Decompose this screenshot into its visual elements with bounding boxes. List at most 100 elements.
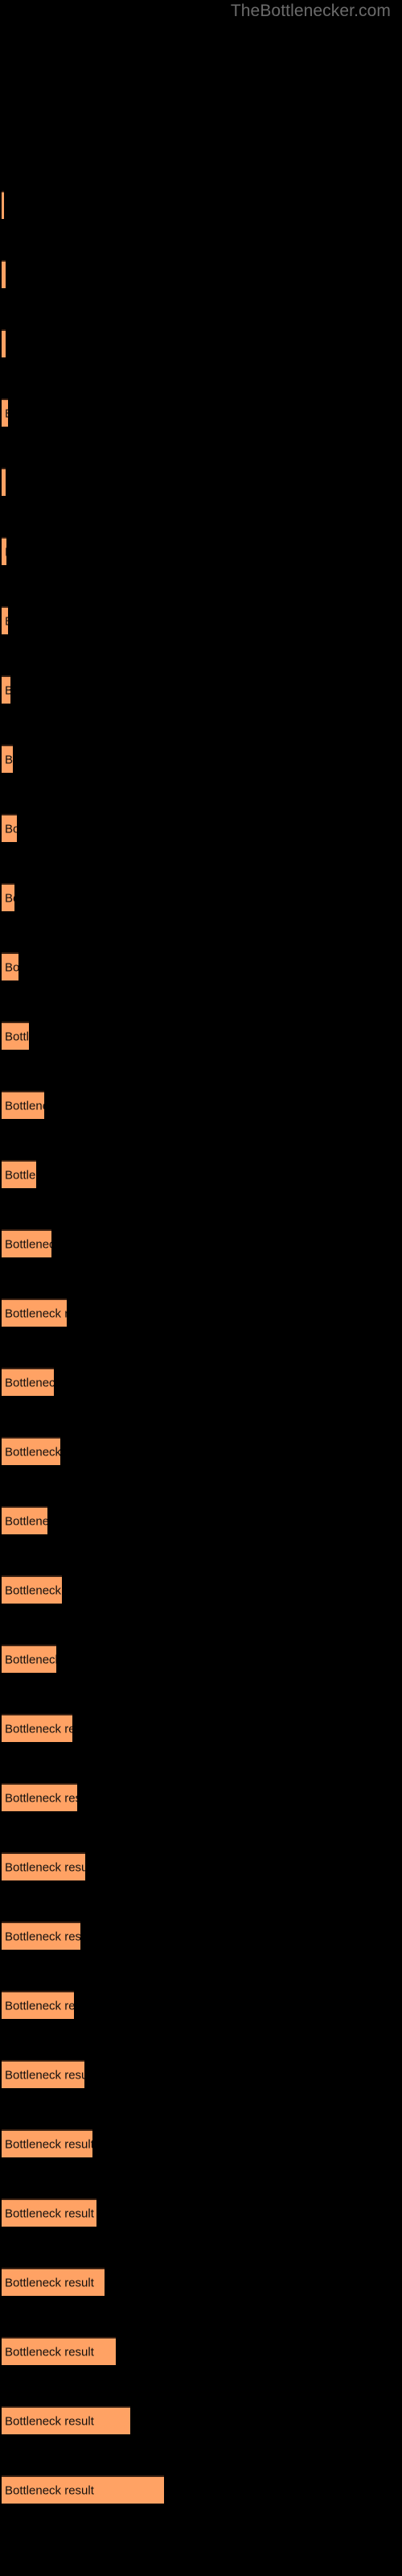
- bar-label: Bottleneck result: [5, 338, 6, 350]
- bar-label: Bottleneck result: [5, 684, 10, 696]
- bar-row: Bottleneck result: [0, 745, 402, 773]
- bar-label: Bottleneck result: [5, 1583, 62, 1597]
- bar-label: Bottleneck result: [5, 1999, 74, 2013]
- bar[interactable]: Bottleneck result: [2, 329, 6, 357]
- bar-row: Bottleneck result: [0, 1645, 402, 1673]
- bar[interactable]: Bottleneck result: [2, 1714, 72, 1742]
- bar-row: Bottleneck result: [0, 814, 402, 842]
- bar-label: Bottleneck result: [5, 1237, 51, 1251]
- bar[interactable]: Bottleneck result: [2, 1437, 60, 1465]
- bar-label: Bottleneck result: [5, 1722, 72, 1736]
- bar-label: Bottleneck result: [5, 891, 14, 905]
- bar-row: Bottleneck result: [0, 1852, 402, 1880]
- bar-label: Bottleneck result: [5, 822, 17, 836]
- bar[interactable]: Bottleneck result: [2, 952, 18, 980]
- bar-row: Bottleneck result: [0, 675, 402, 704]
- bar-label: Bottleneck result: [5, 1514, 47, 1528]
- bar-row: Bottleneck result: [0, 2198, 402, 2227]
- bar[interactable]: Bottleneck result: [2, 2406, 130, 2434]
- bar-label: Bottleneck result: [5, 2483, 94, 2497]
- bar[interactable]: Bottleneck result: [2, 2129, 92, 2157]
- bar-label: Bottleneck result: [5, 1860, 85, 1874]
- bar[interactable]: Bottleneck result: [2, 1922, 80, 1950]
- bar[interactable]: Bottleneck result: [2, 1022, 29, 1050]
- bar[interactable]: Bottleneck result: [2, 1160, 36, 1188]
- bar-label: Bottleneck result: [5, 546, 6, 558]
- bar-label: Bottleneck result: [5, 2345, 94, 2359]
- bar-row: Bottleneck result: [0, 1298, 402, 1327]
- bar-label: Bottleneck result: [5, 1376, 54, 1389]
- bar[interactable]: Bottleneck result: [2, 1991, 74, 2019]
- bar-label: Bottleneck result: [5, 1791, 77, 1805]
- bar-label: Bottleneck result: [5, 2276, 94, 2289]
- bar-row: Bottleneck result: [0, 1229, 402, 1257]
- bar-row: Bottleneck result: [0, 468, 402, 496]
- bar-label: Bottleneck result: [5, 615, 8, 627]
- bar[interactable]: Bottleneck result: [2, 814, 17, 842]
- bar-label: Bottleneck result: [5, 960, 18, 974]
- bar[interactable]: Bottleneck result: [2, 1091, 44, 1119]
- bar-row: Bottleneck result: [0, 398, 402, 427]
- bar[interactable]: Bottleneck result: [2, 1506, 47, 1534]
- bar-row: Bottleneck result: [0, 606, 402, 634]
- bar[interactable]: Bottleneck result: [2, 260, 6, 288]
- bar-row: Bottleneck result: [0, 1437, 402, 1465]
- bar[interactable]: Bottleneck result: [2, 2475, 164, 2504]
- bar-row: Bottleneck result: [0, 537, 402, 565]
- bar-row: Bottleneck result: [0, 191, 402, 219]
- bar-row: Bottleneck result: [0, 883, 402, 911]
- bar[interactable]: Bottleneck result: [2, 1368, 54, 1396]
- bar-label: Bottleneck result: [5, 1307, 67, 1320]
- bar-row: Bottleneck result: [0, 2268, 402, 2296]
- bar[interactable]: Bottleneck result: [2, 2060, 84, 2088]
- bar-label: Bottleneck result: [5, 1168, 36, 1182]
- bar[interactable]: Bottleneck result: [2, 1783, 77, 1811]
- bar[interactable]: Bottleneck result: [2, 2268, 105, 2296]
- bar-row: Bottleneck result: [0, 1368, 402, 1396]
- bar[interactable]: Bottleneck result: [2, 675, 10, 704]
- bar-label: Bottleneck result: [5, 2137, 92, 2151]
- bar-label: Bottleneck result: [5, 2414, 94, 2428]
- bar-label: Bottleneck result: [5, 753, 13, 766]
- bar-row: Bottleneck result: [0, 2337, 402, 2365]
- bar-label: Bottleneck result: [5, 1653, 56, 1666]
- bar-row: Bottleneck result: [0, 2060, 402, 2088]
- bar-row: Bottleneck result: [0, 1022, 402, 1050]
- bar-label: Bottleneck result: [5, 407, 8, 419]
- bar-row: Bottleneck result: [0, 2129, 402, 2157]
- bar[interactable]: Bottleneck result: [2, 1645, 56, 1673]
- bar-row: Bottleneck result: [0, 329, 402, 357]
- bar-row: Bottleneck result: [0, 1783, 402, 1811]
- bar[interactable]: Bottleneck result: [2, 1852, 85, 1880]
- bar-row: Bottleneck result: [0, 1160, 402, 1188]
- bar-label: Bottleneck result: [5, 1930, 80, 1943]
- bar-row: Bottleneck result: [0, 1714, 402, 1742]
- bar-label: Bottleneck result: [5, 269, 6, 281]
- bar-row: Bottleneck result: [0, 2406, 402, 2434]
- bar[interactable]: Bottleneck result: [2, 2198, 96, 2227]
- bar[interactable]: Bottleneck result: [2, 606, 8, 634]
- bar-row: Bottleneck result: [0, 1575, 402, 1604]
- bar-row: Bottleneck result: [0, 1091, 402, 1119]
- bar-label: Bottleneck result: [5, 2207, 94, 2220]
- bar-label: Bottleneck result: [5, 477, 6, 489]
- bar-label: Bottleneck result: [5, 2068, 84, 2082]
- bar-row: Bottleneck result: [0, 1922, 402, 1950]
- bar[interactable]: Bottleneck result: [2, 1298, 67, 1327]
- bar[interactable]: Bottleneck result: [2, 1575, 62, 1604]
- bar-row: Bottleneck result: [0, 952, 402, 980]
- bar-row: Bottleneck result: [0, 1506, 402, 1534]
- bar[interactable]: Bottleneck result: [2, 883, 14, 911]
- bar[interactable]: Bottleneck result: [2, 537, 6, 565]
- bar-row: Bottleneck result: [0, 260, 402, 288]
- bar[interactable]: Bottleneck result: [2, 398, 8, 427]
- bottleneck-bar-chart: Bottleneck result Bottleneck result Bottle…: [0, 0, 402, 2576]
- bar[interactable]: Bottleneck result: [2, 1229, 51, 1257]
- bar[interactable]: Bottleneck result: [2, 745, 13, 773]
- bar[interactable]: Bottleneck result: [2, 2337, 116, 2365]
- bar[interactable]: Bottleneck result: [2, 191, 4, 219]
- bar-label: Bottleneck result: [5, 1099, 44, 1113]
- bar-label: Bottleneck result: [5, 1445, 60, 1459]
- bar[interactable]: Bottleneck result: [2, 468, 6, 496]
- bar-row: Bottleneck result: [0, 1991, 402, 2019]
